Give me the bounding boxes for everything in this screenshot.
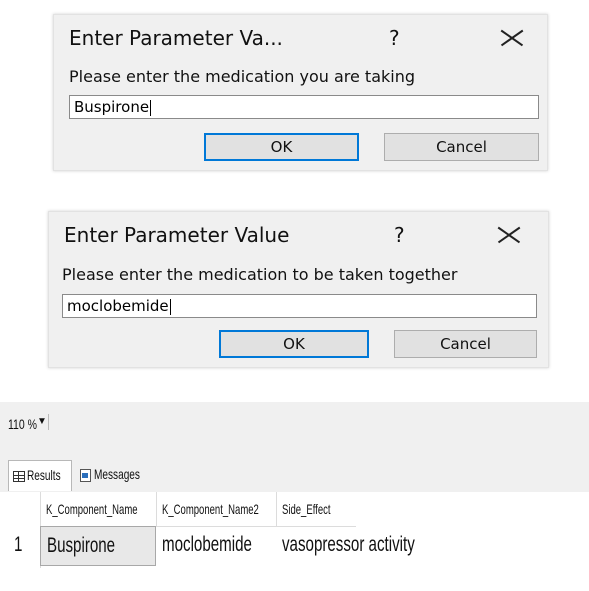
tab-label: Messages: [94, 466, 140, 482]
close-icon[interactable]: [502, 28, 522, 48]
column-header[interactable]: Side_Effect: [276, 492, 356, 527]
column-header-label: Side_Effect: [282, 501, 331, 517]
dialog-title: Enter Parameter Va...: [69, 26, 283, 50]
tab-results[interactable]: Results: [8, 460, 72, 491]
cell-value: Buspirone: [47, 534, 116, 557]
zoom-level[interactable]: 110 %: [8, 416, 37, 432]
cell-value: vasopressor activity: [282, 533, 415, 556]
tab-messages[interactable]: Messages: [76, 460, 148, 490]
results-tabbar: Results Messages: [0, 452, 589, 492]
row-header-column: [8, 492, 41, 568]
zoom-bar: 110 % ▼: [0, 402, 589, 452]
parameter-input[interactable]: Buspirone: [69, 95, 539, 119]
column-header-label: K_Component_Name: [46, 501, 138, 517]
table-cell[interactable]: Buspirone: [40, 526, 156, 566]
grid-icon: [13, 471, 25, 482]
messages-icon: [80, 469, 91, 482]
results-grid: K_Component_Name K_Component_Name2 Side_…: [0, 492, 589, 591]
dialog-prompt: Please enter the medication to be taken …: [62, 265, 458, 284]
dialog-title: Enter Parameter Value: [64, 223, 290, 247]
close-icon[interactable]: [499, 225, 519, 245]
cell-value: moclobemide: [162, 533, 252, 556]
parameter-dialog-2: Enter Parameter Value ? Please enter the…: [48, 211, 549, 368]
query-results-pane: 110 % ▼ Results Messages K_Component_Nam…: [0, 402, 589, 591]
help-button[interactable]: ?: [389, 26, 400, 50]
ok-button[interactable]: OK: [219, 330, 369, 358]
help-button[interactable]: ?: [394, 223, 405, 247]
parameter-input-value: moclobemide: [67, 297, 169, 315]
ok-button[interactable]: OK: [204, 133, 359, 161]
dialog-prompt: Please enter the medication you are taki…: [69, 67, 416, 86]
column-header[interactable]: K_Component_Name2: [156, 492, 277, 527]
text-caret: [169, 298, 171, 315]
row-number-label: 1: [14, 533, 23, 556]
text-caret: [150, 99, 152, 116]
parameter-input[interactable]: moclobemide: [62, 294, 537, 318]
cancel-button[interactable]: Cancel: [394, 330, 537, 358]
table-cell[interactable]: vasopressor activity: [276, 526, 476, 566]
tab-label: Results: [27, 467, 61, 483]
parameter-dialog-1: Enter Parameter Va... ? Please enter the…: [53, 14, 548, 171]
zoom-dropdown-icon[interactable]: ▼: [37, 416, 47, 427]
parameter-input-value: Buspirone: [74, 98, 150, 116]
cancel-button[interactable]: Cancel: [384, 133, 539, 161]
column-header[interactable]: K_Component_Name: [40, 492, 157, 527]
table-cell[interactable]: moclobemide: [156, 526, 276, 566]
scrollbar-edge: [48, 414, 49, 430]
column-header-label: K_Component_Name2: [162, 501, 259, 517]
